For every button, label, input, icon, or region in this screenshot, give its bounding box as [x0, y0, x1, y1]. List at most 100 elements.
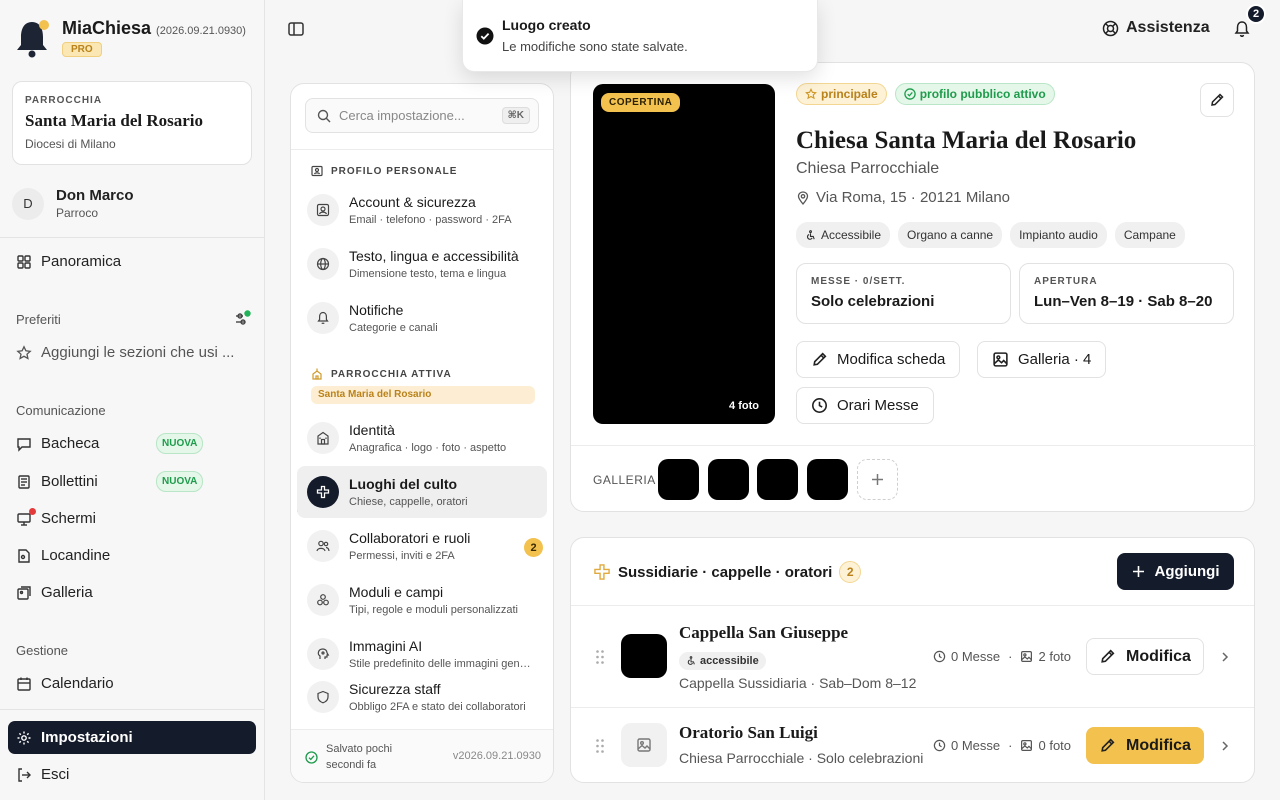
list-item[interactable]: Cappella San Giuseppe accessibile Cappel…: [571, 605, 1254, 707]
drag-handle-icon[interactable]: [595, 738, 605, 754]
gallery-label: GALLERIA: [593, 473, 656, 487]
building-icon: [307, 422, 339, 454]
toast-notification[interactable]: Luogo creato Le modifiche sono state sal…: [462, 0, 818, 72]
settings-collaborators[interactable]: Collaboratori e ruoli Permessi, inviti e …: [297, 520, 547, 572]
place-name: Oratorio San Luigi: [679, 723, 818, 742]
place-description: Cappella Sussidiaria · Sab–Dom 8–12: [679, 675, 917, 691]
nav-board[interactable]: Bacheca: [16, 435, 99, 452]
add-place-button[interactable]: Aggiungi: [1117, 553, 1234, 590]
settings-search[interactable]: ⌘K: [305, 98, 539, 133]
nav-gallery[interactable]: Galleria: [16, 584, 93, 601]
file-image-icon: [18, 548, 30, 563]
add-place-label: Aggiungi: [1154, 563, 1220, 580]
nav-posters[interactable]: Locandine: [16, 547, 110, 564]
separator: ·: [1008, 649, 1013, 664]
gallery-thumb[interactable]: [658, 459, 699, 500]
nav-logout[interactable]: Esci: [16, 766, 69, 783]
mass-times-button[interactable]: Orari Messe: [796, 387, 934, 424]
new-badge-bulletins: NUOVA: [156, 471, 204, 492]
user-role: Parroco: [56, 206, 99, 220]
pro-badge: PRO: [62, 42, 102, 57]
edit-place-button[interactable]: Modifica: [1086, 727, 1204, 764]
add-photo-button[interactable]: [857, 459, 898, 500]
nav-overview[interactable]: Panoramica: [16, 253, 121, 270]
parish-name: Santa Maria del Rosario: [25, 111, 204, 130]
gallery-thumb[interactable]: [757, 459, 798, 500]
toast-message: Le modifiche sono state salvate.: [502, 39, 688, 54]
settings-footer: Salvato pochi secondi fa v2026.09.21.093…: [291, 729, 553, 782]
drag-handle-icon[interactable]: [595, 649, 605, 665]
pencil-icon: [1211, 93, 1224, 106]
parish-card[interactable]: PARROCCHIA Santa Maria del Rosario Dioce…: [12, 81, 252, 165]
nav-bulletins-label: Bollettini: [41, 473, 98, 490]
sidebar-toggle-icon[interactable]: [287, 20, 305, 38]
section-personal: PROFILO PERSONALE: [311, 165, 457, 177]
subsidiaries-count: 2: [839, 561, 862, 583]
sliders-icon[interactable]: [233, 309, 251, 327]
nav-screens[interactable]: Schermi: [16, 510, 96, 527]
settings-item-title: Notifiche: [349, 302, 404, 318]
id-card-icon: [311, 165, 323, 177]
check-circle-icon: [476, 27, 494, 45]
clock-icon: [812, 398, 827, 413]
pencil-icon: [1101, 738, 1115, 752]
edit-sheet-button[interactable]: Modifica scheda: [796, 341, 961, 378]
address-label: Via Roma, 15 · 20121 Milano: [816, 189, 1011, 206]
cover-image[interactable]: COPERTINA 4 foto: [593, 84, 775, 424]
favorites-hint[interactable]: Aggiungi le sezioni che usi ...: [16, 344, 234, 361]
list-item[interactable]: Oratorio San Luigi Chiesa Parrocchiale ·…: [571, 707, 1254, 782]
main-tag: principale: [796, 83, 887, 105]
settings-staff-security[interactable]: Sicurezza staff Obbligo 2FA e stato dei c…: [297, 671, 547, 723]
user-square-icon: [307, 194, 339, 226]
settings-notifications[interactable]: Notifiche Categorie e canali: [297, 292, 547, 344]
masses-value: Solo celebrazioni: [811, 293, 935, 310]
gear-icon: [17, 731, 31, 744]
favorites-hint-label: Aggiungi le sezioni che usi ...: [41, 344, 235, 361]
settings-language[interactable]: Testo, lingua e accessibilità Dimensione …: [297, 238, 547, 290]
nav-settings[interactable]: Impostazioni: [8, 721, 256, 754]
user-profile[interactable]: D Don Marco Parroco: [12, 187, 134, 220]
app-name: MiaChiesa (2026.09.21.0930): [62, 18, 246, 39]
church-type: Chiesa Parrocchiale: [796, 160, 940, 177]
opening-info: APERTURA Lun–Ven 8–19 · Sab 8–20: [1019, 263, 1234, 324]
active-parish-badge: Santa Maria del Rosario: [311, 386, 535, 404]
clock-icon: [933, 650, 946, 663]
footer-version: v2026.09.21.0930: [452, 750, 541, 762]
settings-places-of-worship[interactable]: Luoghi del culto Chiese, cappelle, orator…: [297, 466, 547, 518]
help-button[interactable]: Assistenza: [1102, 19, 1210, 37]
search-input[interactable]: [339, 108, 489, 123]
gallery-thumb[interactable]: [708, 459, 749, 500]
section-parish: PARROCCHIA ATTIVA: [311, 368, 452, 380]
chevron-right-icon[interactable]: [1219, 651, 1231, 663]
gallery-thumb[interactable]: [807, 459, 848, 500]
notification-count: 2: [1246, 4, 1266, 24]
nav-board-label: Bacheca: [41, 435, 100, 452]
nav-calendar[interactable]: Calendario: [16, 675, 114, 692]
brand[interactable]: MiaChiesa (2026.09.21.0930) PRO: [14, 18, 246, 62]
chevron-right-icon[interactable]: [1219, 740, 1231, 752]
settings-item-subtitle: Permessi, inviti e 2FA: [349, 550, 455, 562]
message-icon: [17, 437, 31, 452]
public-profile-tag: profilo pubblico attivo: [894, 83, 1055, 105]
edit-church-button[interactable]: [1200, 83, 1234, 117]
settings-item-title: Luoghi del culto: [349, 476, 458, 492]
bell-icon[interactable]: [1233, 20, 1251, 38]
pencil-icon: [1101, 649, 1115, 663]
nav-bulletins[interactable]: Bollettini: [16, 473, 98, 490]
feature-label: Accessibile: [821, 228, 882, 242]
gallery-button[interactable]: Galleria · 4: [977, 341, 1107, 378]
bell-icon: [307, 302, 339, 334]
collaborators-count-badge: 2: [524, 538, 543, 557]
settings-account[interactable]: Account & sicurezza Email · telefono · pa…: [297, 184, 547, 236]
users-icon: [307, 530, 339, 562]
main-tag-label: principale: [821, 87, 878, 101]
settings-item-subtitle: Chiese, cappelle, oratori: [349, 496, 468, 508]
nav-screens-label: Schermi: [41, 510, 97, 527]
settings-item-subtitle: Categorie e canali: [349, 322, 438, 334]
edit-place-button[interactable]: Modifica: [1086, 638, 1204, 675]
settings-identity[interactable]: Identità Anagrafica · logo · foto · aspet…: [297, 412, 547, 464]
settings-modules[interactable]: Moduli e campi Tipi, regole e moduli pers…: [297, 574, 547, 626]
cross-icon: [594, 564, 610, 580]
settings-item-title: Identità: [349, 422, 395, 438]
masses-info: MESSE · 0/SETT. Solo celebrazioni: [796, 263, 1011, 324]
